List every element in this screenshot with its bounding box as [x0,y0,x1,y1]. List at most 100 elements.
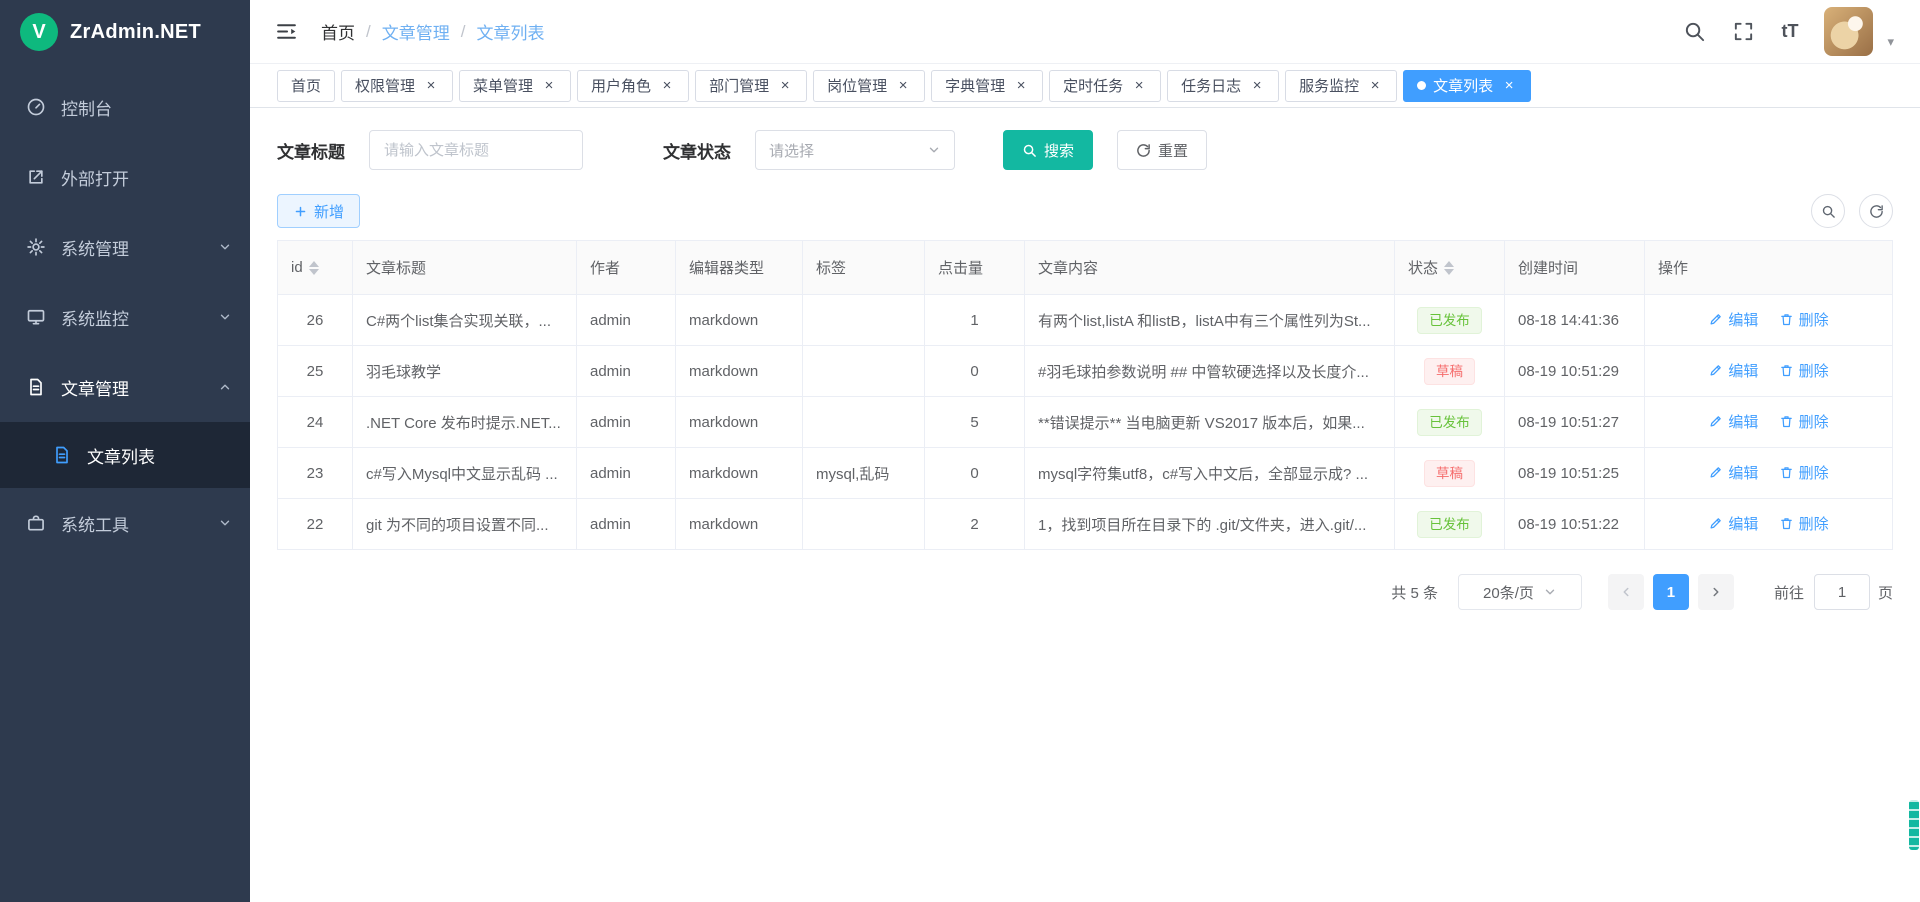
column-header-status[interactable]: 状态 [1395,241,1505,295]
delete-button[interactable]: 删除 [1779,360,1829,381]
logo-icon: V [20,13,58,51]
toggle-search-button[interactable] [1811,194,1845,228]
document-icon [26,377,46,397]
sidebar-item-system-management[interactable]: 系统管理 [0,212,250,282]
chevron-down-icon [1543,585,1557,599]
cell-hits: 5 [925,397,1025,448]
edit-button[interactable]: 编辑 [1708,462,1758,483]
pencil-icon [1708,414,1723,429]
hamburger-icon[interactable] [274,19,299,44]
add-button[interactable]: 新增 [277,194,360,228]
cell-content: 1，找到项目所在目录下的 .git/文件夹，进入.git/... [1025,499,1395,550]
close-icon[interactable]: × [541,78,557,94]
close-icon[interactable]: × [1013,78,1029,94]
delete-button[interactable]: 删除 [1779,513,1829,534]
breadcrumb-article-list[interactable]: 文章列表 [476,19,544,44]
refresh-table-button[interactable] [1859,194,1893,228]
pencil-icon [1708,516,1723,531]
tab-label: 定时任务 [1063,75,1123,96]
cell-title: C#两个list集合实现关联，... [353,295,577,346]
tab-server-monitor[interactable]: 服务监控 × [1285,70,1397,102]
sort-icon [1444,261,1454,275]
cell-status: 草稿 [1395,346,1505,397]
tab-user-role[interactable]: 用户角色 × [577,70,689,102]
sidebar-item-article-list[interactable]: 文章列表 [0,422,250,488]
tab-department[interactable]: 部门管理 × [695,70,807,102]
search-button[interactable]: 搜索 [1003,130,1093,170]
cell-editor: markdown [676,499,803,550]
close-icon[interactable]: × [1249,78,1265,94]
cell-id: 26 [278,295,353,346]
page-size-select[interactable]: 20条/页 [1458,574,1582,610]
toolbar-right-icons [1811,194,1893,228]
chevron-down-icon [927,143,941,157]
tab-home[interactable]: 首页 [277,70,335,102]
tab-article-list[interactable]: 文章列表 × [1403,70,1531,102]
sidebar-item-article-management[interactable]: 文章管理 [0,352,250,422]
cell-status: 已发布 [1395,397,1505,448]
edit-button[interactable]: 编辑 [1708,360,1758,381]
next-page-button[interactable] [1698,574,1734,610]
cell-actions: 编辑 删除 [1645,295,1893,346]
tab-label: 首页 [291,75,321,96]
column-header-created: 创建时间 [1505,241,1645,295]
article-status-select[interactable]: 请选择 [755,130,955,170]
sidebar-item-external-open[interactable]: 外部打开 [0,142,250,212]
font-size-icon[interactable]: tT [1781,21,1798,42]
close-icon[interactable]: × [1367,78,1383,94]
app-logo: V ZrAdmin.NET [0,0,250,64]
sidebar-item-label: 外部打开 [61,165,232,190]
tab-permission[interactable]: 权限管理 × [341,70,453,102]
tab-dictionary[interactable]: 字典管理 × [931,70,1043,102]
sidebar-item-dashboard[interactable]: 控制台 [0,72,250,142]
trash-icon [1779,312,1794,327]
caret-down-icon[interactable]: ▾ [1887,34,1894,56]
close-icon[interactable]: × [777,78,793,94]
breadcrumb-home[interactable]: 首页 [321,19,355,44]
cell-tags [803,499,925,550]
status-badge: 已发布 [1417,511,1482,538]
delete-button[interactable]: 删除 [1779,309,1829,330]
edit-button[interactable]: 编辑 [1708,309,1758,330]
cell-author: admin [577,295,676,346]
cell-id: 23 [278,448,353,499]
cell-content: #羽毛球拍参数说明 ## 中管软硬选择以及长度介... [1025,346,1395,397]
cell-actions: 编辑 删除 [1645,346,1893,397]
tab-label: 任务日志 [1181,75,1241,96]
delete-button[interactable]: 删除 [1779,411,1829,432]
avatar[interactable] [1824,7,1873,56]
scrollbar-thumb[interactable] [1909,800,1919,850]
close-icon[interactable]: × [659,78,675,94]
cell-status: 已发布 [1395,295,1505,346]
total-count: 共 5 条 [1391,582,1438,603]
close-icon[interactable]: × [1131,78,1147,94]
cell-author: admin [577,448,676,499]
close-icon[interactable]: × [423,78,439,94]
delete-button[interactable]: 删除 [1779,462,1829,483]
tab-scheduled-task[interactable]: 定时任务 × [1049,70,1161,102]
page-number-button[interactable]: 1 [1653,574,1689,610]
sidebar-item-label: 系统监控 [61,305,203,330]
sidebar-item-system-tools[interactable]: 系统工具 [0,488,250,558]
reset-button[interactable]: 重置 [1117,130,1207,170]
edit-button[interactable]: 编辑 [1708,411,1758,432]
app-title: ZrAdmin.NET [70,21,201,44]
prev-page-button[interactable] [1608,574,1644,610]
fullscreen-icon[interactable] [1732,20,1755,43]
sidebar-item-system-monitor[interactable]: 系统监控 [0,282,250,352]
tab-post[interactable]: 岗位管理 × [813,70,925,102]
cell-editor: markdown [676,448,803,499]
column-header-id[interactable]: id [278,241,353,295]
breadcrumb-article-management[interactable]: 文章管理 [382,19,450,44]
search-icon[interactable] [1683,20,1706,43]
goto-page-input[interactable] [1814,574,1870,610]
edit-button[interactable]: 编辑 [1708,513,1758,534]
article-title-input[interactable] [369,130,583,170]
close-icon[interactable]: × [1501,78,1517,94]
table-row: 26 C#两个list集合实现关联，... admin markdown 1 有… [278,295,1893,346]
close-icon[interactable]: × [895,78,911,94]
tab-menu-management[interactable]: 菜单管理 × [459,70,571,102]
chevron-left-icon [1619,585,1633,599]
column-header-author: 作者 [577,241,676,295]
tab-task-log[interactable]: 任务日志 × [1167,70,1279,102]
